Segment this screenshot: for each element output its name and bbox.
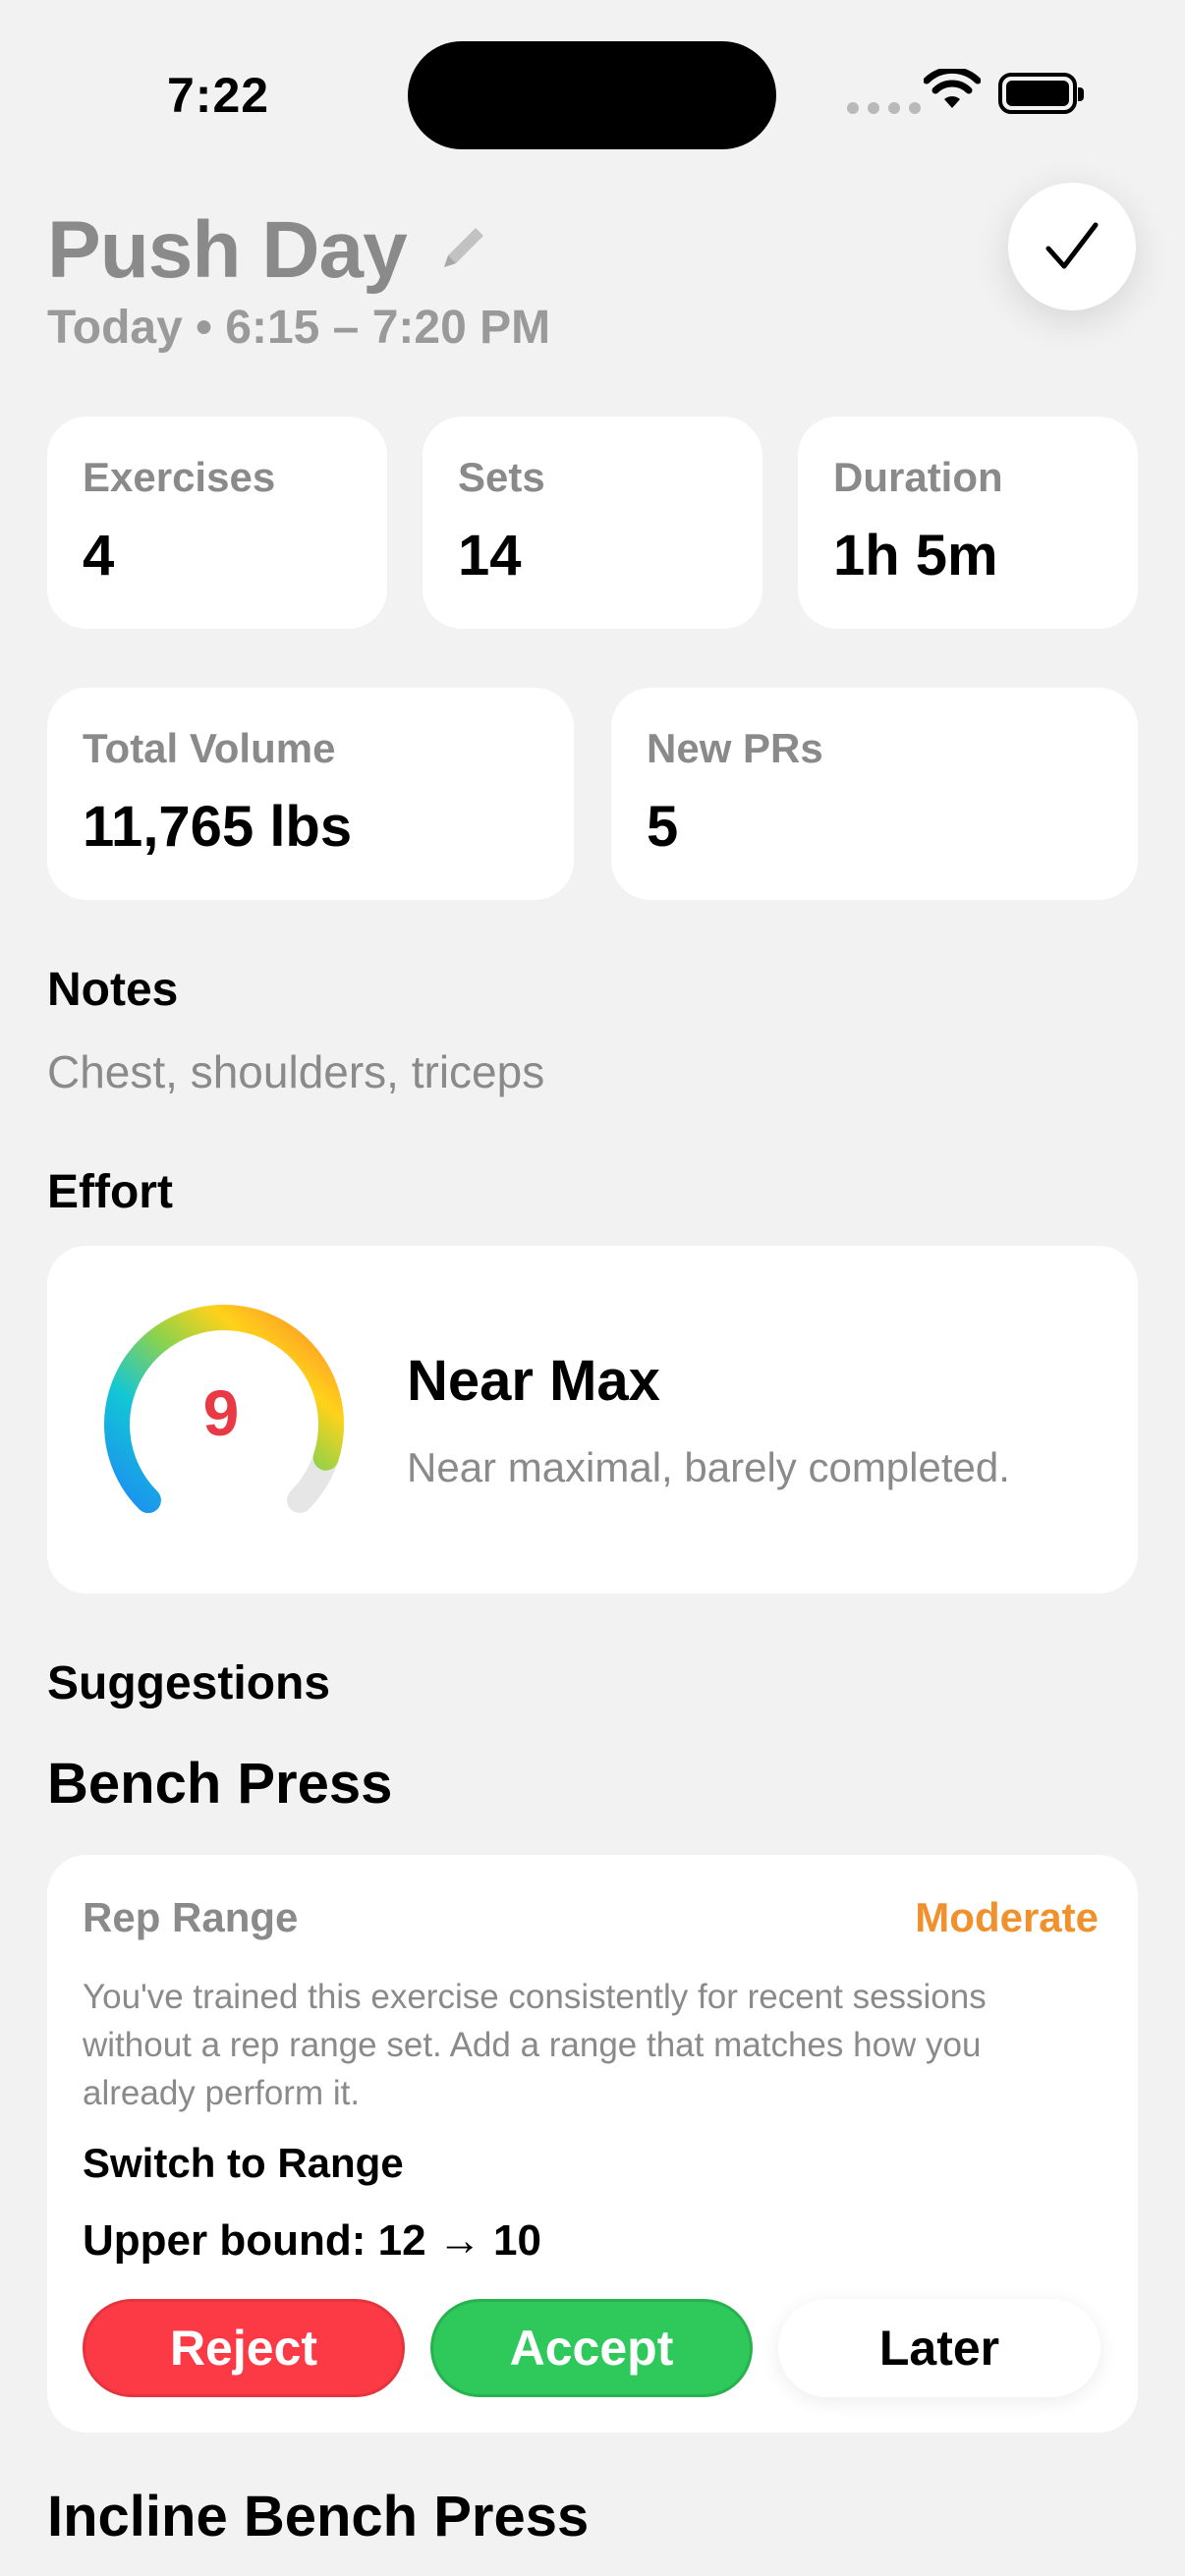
suggestion-description: You've trained this exercise consistentl…: [83, 1978, 987, 2112]
stat-value: 5: [647, 795, 679, 859]
signal-dots-icon: [847, 102, 921, 114]
stat-card-sets: Sets 14: [423, 417, 762, 629]
stat-value: 11,765 lbs: [83, 795, 353, 859]
effort-heading: Effort: [47, 1166, 173, 1218]
stat-label: Total Volume: [83, 725, 336, 771]
notes-text[interactable]: Chest, shoulders, triceps: [47, 1045, 544, 1098]
stat-card-new-prs: New PRs 5: [611, 688, 1138, 900]
checkmark-icon: [1045, 222, 1099, 269]
later-button[interactable]: Later: [778, 2299, 1100, 2397]
accept-button[interactable]: Accept: [430, 2299, 753, 2397]
suggestion-level-badge: Moderate: [915, 1894, 1099, 1940]
notes-heading: Notes: [47, 964, 179, 1016]
stat-value: 1h 5m: [833, 524, 998, 588]
suggestions-heading: Suggestions: [47, 1657, 331, 1709]
stat-label: New PRs: [647, 725, 823, 771]
dynamic-island: [408, 41, 776, 149]
workout-subtitle: Today • 6:15 – 7:20 PM: [47, 302, 551, 354]
stat-value: 4: [83, 524, 115, 588]
battery-icon: [998, 73, 1084, 114]
stat-card-total-volume: Total Volume 11,765 lbs: [47, 688, 574, 900]
wifi-icon: [924, 69, 981, 108]
effort-description: Near maximal, barely completed.: [407, 1444, 1010, 1490]
exercise-title: Incline Bench Press: [47, 2485, 590, 2548]
workout-title: Push Day: [47, 205, 408, 295]
stat-label: Sets: [458, 454, 545, 500]
stat-label: Exercises: [83, 454, 276, 500]
suggestion-type: Rep Range: [83, 1894, 299, 1940]
exercise-title: Bench Press: [47, 1752, 393, 1816]
pencil-icon[interactable]: [432, 218, 493, 279]
done-button[interactable]: [1008, 183, 1136, 310]
effort-value: 9: [202, 1376, 240, 1449]
suggestion-action: Switch to Range: [83, 2140, 404, 2186]
effort-title: Near Max: [407, 1349, 660, 1413]
stat-card-exercises: Exercises 4: [47, 417, 387, 629]
status-time: 7:22: [167, 68, 270, 123]
reject-button[interactable]: Reject: [83, 2299, 405, 2397]
stat-value: 14: [458, 524, 522, 588]
stat-card-duration: Duration 1h 5m: [798, 417, 1138, 629]
suggestion-change: Upper bound: 12 → 10: [83, 2216, 541, 2265]
stat-label: Duration: [833, 454, 1003, 500]
